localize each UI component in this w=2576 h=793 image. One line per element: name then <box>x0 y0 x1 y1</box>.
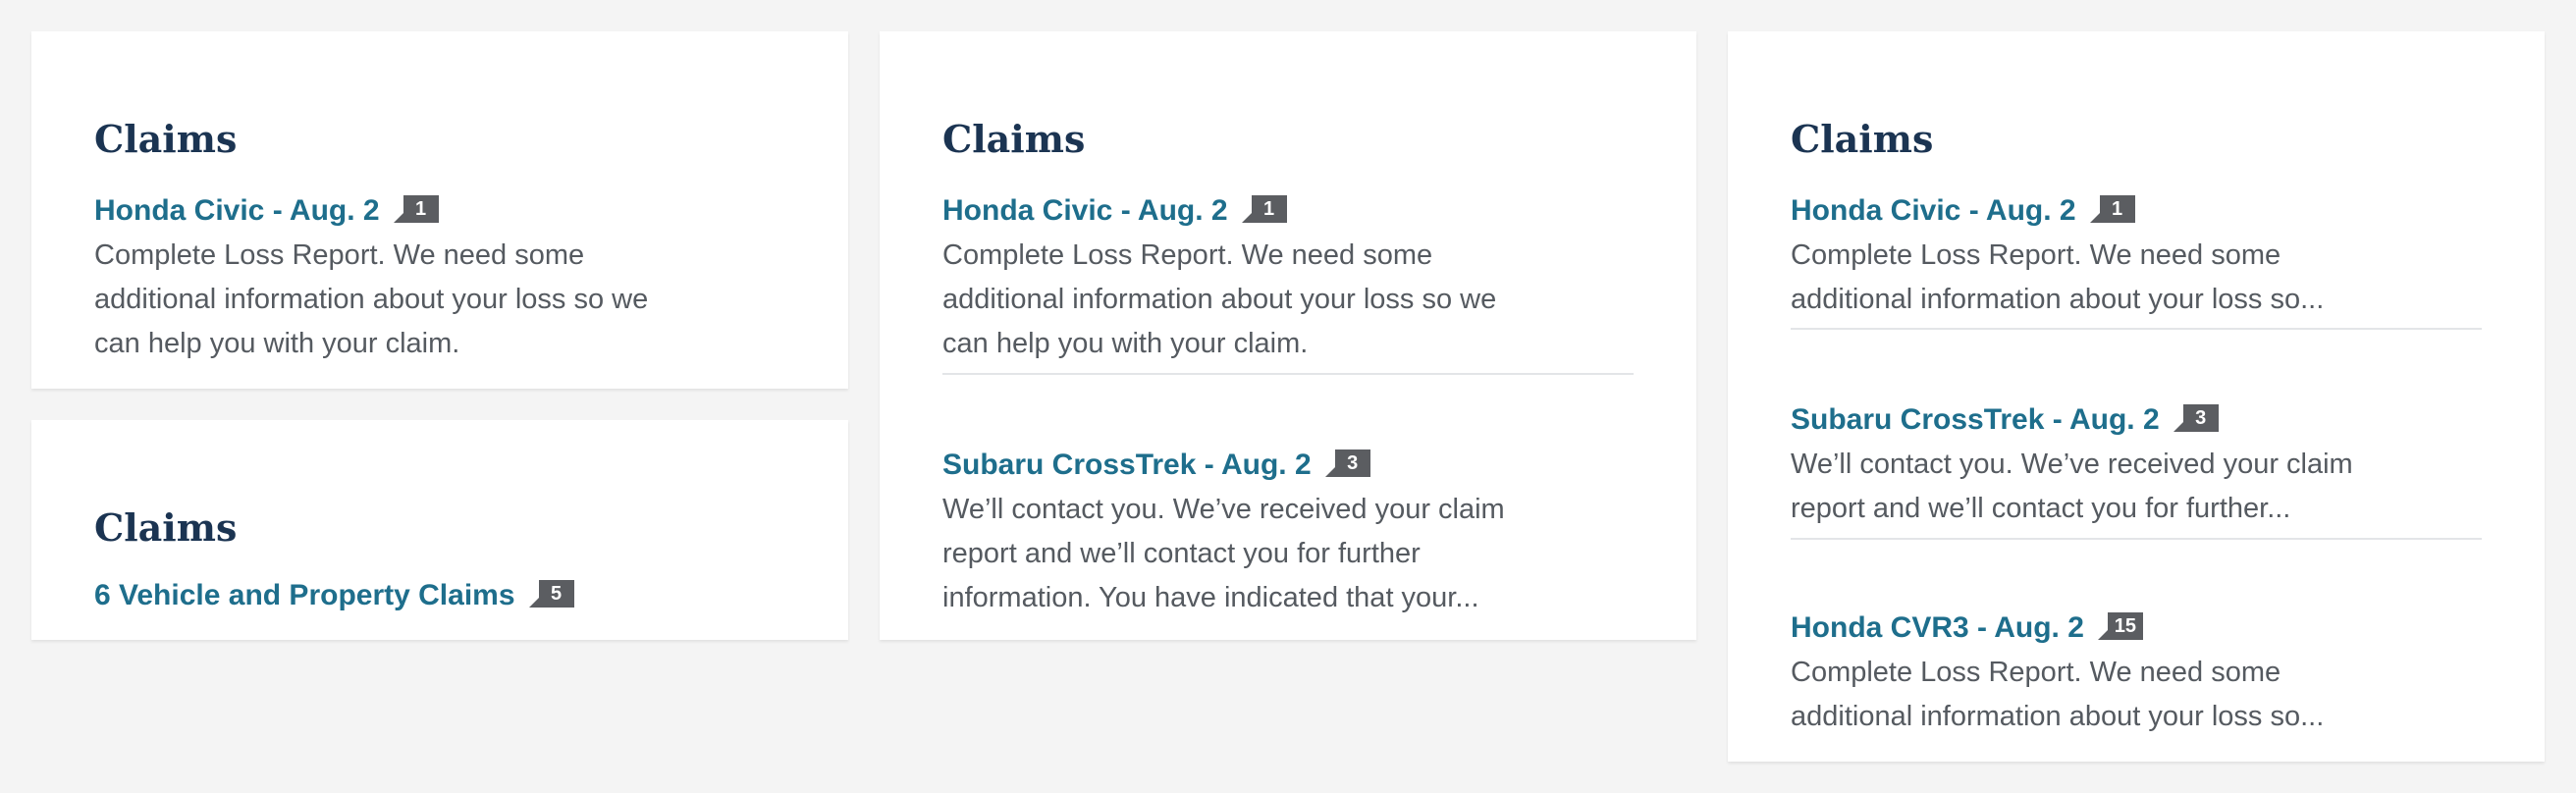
claim-description: Complete Loss Report. We need some addit… <box>942 234 1634 366</box>
claim-description-line: Complete Loss Report. We need some <box>1791 239 2281 271</box>
comment-count-badge: 3 <box>2173 404 2219 432</box>
claim-description-line: We’ll contact you. We’ve received your c… <box>942 494 1505 525</box>
claim-description-line: Complete Loss Report. We need some <box>1791 657 2281 688</box>
claim-item: Subaru CrossTrek - Aug. 2 3 We’ll contac… <box>1791 401 2482 531</box>
claim-item: Honda Civic - Aug. 2 1 Complete Loss Rep… <box>942 192 1634 366</box>
comment-count-badge: 1 <box>393 195 439 223</box>
card-title: Claims <box>94 505 238 550</box>
claim-description-line: additional information about your loss s… <box>94 284 649 315</box>
claims-count-badge: 5 <box>528 580 574 608</box>
claim-item: Honda Civic - Aug. 2 1 Complete Loss Rep… <box>1791 192 2482 322</box>
claim-description-line: information. You have indicated that you… <box>942 582 1479 613</box>
claim-summary: 6 Vehicle and Property Claims 5 <box>94 577 801 614</box>
claim-link[interactable]: Honda Civic - Aug. 2 <box>942 194 1228 228</box>
claim-description: We’ll contact you. We’ve received your c… <box>942 488 1634 620</box>
claims-card-summary: Claims 6 Vehicle and Property Claims 5 <box>31 420 848 640</box>
claims-card-three: Claims Honda Civic - Aug. 2 1 Complete L… <box>1728 31 2545 762</box>
card-title: Claims <box>94 117 238 161</box>
claim-description-line: Complete Loss Report. We need some <box>942 239 1433 271</box>
claim-description: Complete Loss Report. We need some addit… <box>1791 651 2482 739</box>
comment-count-badge: 15 <box>2097 612 2143 640</box>
claim-item: Honda Civic - Aug. 2 1 Complete Loss Rep… <box>94 192 801 366</box>
claim-description-line: can help you with your claim. <box>942 328 1309 359</box>
claim-divider <box>942 373 1634 375</box>
claim-link[interactable]: Honda Civic - Aug. 2 <box>94 194 380 228</box>
claim-description-line: additional information about your loss s… <box>942 284 1497 315</box>
claim-description-line: can help you with your claim. <box>94 328 460 359</box>
claim-link[interactable]: Subaru CrossTrek - Aug. 2 <box>942 449 1312 482</box>
claims-card-single: Claims Honda Civic - Aug. 2 1 Complete L… <box>31 31 848 389</box>
claim-divider <box>1791 538 2482 540</box>
claim-item: Honda CVR3 - Aug. 2 15 Complete Loss Rep… <box>1791 609 2482 739</box>
all-claims-link[interactable]: 6 Vehicle and Property Claims <box>94 579 515 612</box>
claim-description: Complete Loss Report. We need some addit… <box>94 234 801 366</box>
claim-description-line: report and we’ll contact you for further… <box>1791 493 2291 524</box>
card-title: Claims <box>1791 117 1934 161</box>
comment-count-badge: 3 <box>1324 449 1370 477</box>
claim-description: We’ll contact you. We’ve received your c… <box>1791 443 2482 531</box>
claim-link[interactable]: Subaru CrossTrek - Aug. 2 <box>1791 403 2160 437</box>
claim-description: Complete Loss Report. We need some addit… <box>1791 234 2482 322</box>
claim-description-line: report and we’ll contact you for further <box>942 538 1421 569</box>
claim-divider <box>1791 328 2482 330</box>
claim-description-line: additional information about your loss s… <box>1791 701 2325 732</box>
claim-link[interactable]: Honda Civic - Aug. 2 <box>1791 194 2076 228</box>
comment-count-badge: 1 <box>2089 195 2135 223</box>
claim-item: Subaru CrossTrek - Aug. 2 3 We’ll contac… <box>942 447 1634 620</box>
claim-description-line: We’ll contact you. We’ve received your c… <box>1791 449 2353 480</box>
claim-description-line: additional information about your loss s… <box>1791 284 2325 315</box>
card-title: Claims <box>942 117 1086 161</box>
claim-description-line: Complete Loss Report. We need some <box>94 239 585 271</box>
comment-count-badge: 1 <box>1241 195 1287 223</box>
claim-link[interactable]: Honda CVR3 - Aug. 2 <box>1791 611 2084 645</box>
claims-card-two: Claims Honda Civic - Aug. 2 1 Complete L… <box>880 31 1696 640</box>
